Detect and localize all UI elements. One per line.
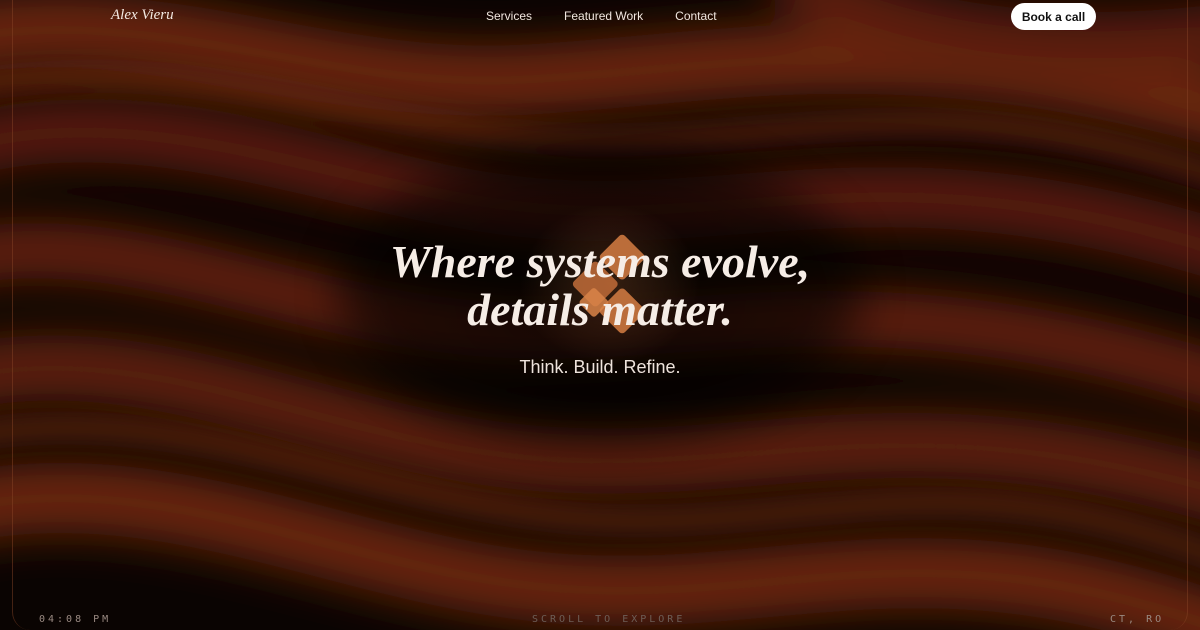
scroll-hint[interactable]: SCROLL TO EXPLORE — [532, 614, 685, 625]
hero-headline-line-1: Where systems evolve, — [389, 236, 811, 287]
brand-logo-text[interactable]: Alex Vieru — [111, 7, 174, 24]
main-nav: Services Featured Work Contact — [486, 9, 717, 23]
hero-headline-line-2: details matter. — [467, 284, 733, 335]
local-time: 04:08 PM — [39, 614, 112, 625]
nav-link-contact[interactable]: Contact — [675, 9, 716, 23]
hero-headline: Where systems evolve, details matter. — [300, 238, 900, 334]
nav-link-featured-work[interactable]: Featured Work — [564, 9, 643, 23]
nav-link-services[interactable]: Services — [486, 9, 532, 23]
location-label: CT, RO — [1110, 614, 1165, 625]
hero-tagline: Think. Build. Refine. — [519, 357, 681, 377]
book-a-call-button[interactable]: Book a call — [1011, 3, 1096, 30]
hero-section: Alex Vieru Services Featured Work Contac… — [0, 0, 1200, 630]
